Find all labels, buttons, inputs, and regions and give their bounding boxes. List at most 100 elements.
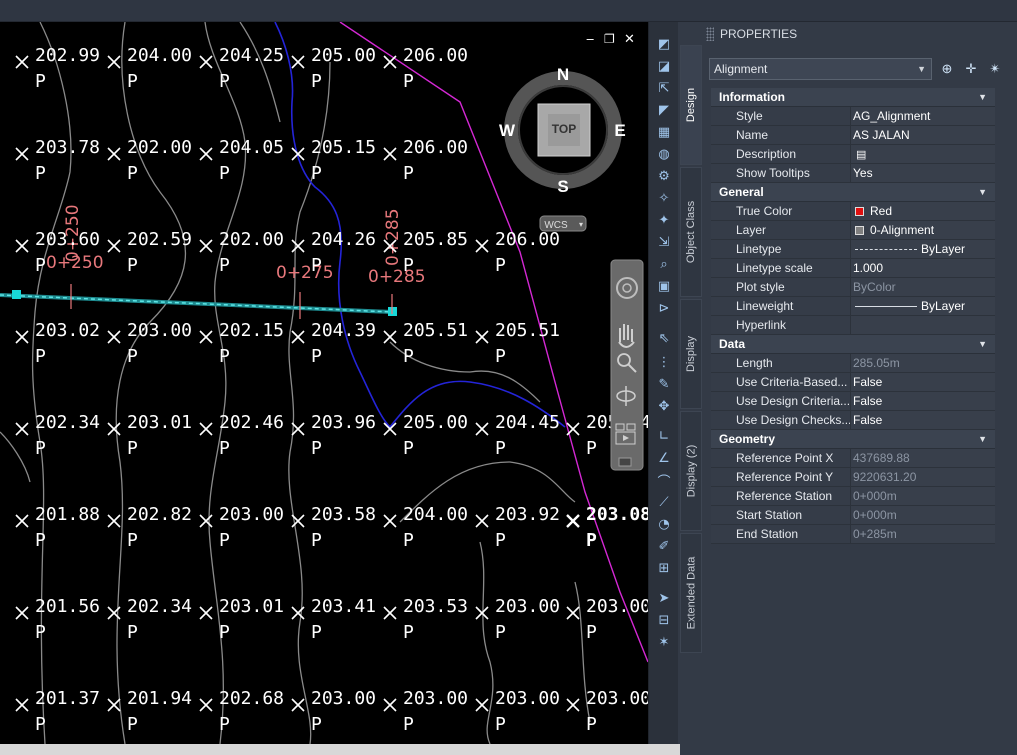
palette-title-bar[interactable]: PROPERTIES [703, 25, 797, 43]
minimize-icon[interactable]: ‒ [586, 32, 594, 47]
select-icon[interactable]: ◩ [654, 34, 674, 54]
image-icon[interactable]: ▣ [654, 276, 674, 296]
collapse-icon[interactable]: ▼ [978, 339, 987, 349]
survey-point[interactable]: 201.56 P [15, 596, 100, 643]
property-row[interactable]: Description ▤ [711, 145, 995, 164]
property-row[interactable]: Length 285.05m [711, 354, 995, 373]
navigation-bar[interactable] [610, 259, 644, 471]
dimension-icon[interactable]: ∟ [654, 426, 674, 446]
vertex-icon[interactable]: ⋮ [654, 352, 674, 372]
cursor-plus-icon[interactable]: ⇲ [654, 232, 674, 252]
survey-point[interactable]: 202.68 P [199, 688, 284, 735]
property-value[interactable]: AS JALAN [851, 126, 995, 144]
survey-point[interactable]: 204.00 P [383, 504, 468, 551]
survey-point[interactable]: 203.01 P [199, 596, 284, 643]
survey-point[interactable]: 202.00 P [199, 229, 284, 276]
property-row[interactable]: Reference Station 0+000m [711, 487, 995, 506]
compass-south[interactable]: S [557, 177, 568, 196]
property-value[interactable]: ByLayer [851, 240, 995, 258]
sparkle-a-icon[interactable]: ✦ [654, 210, 674, 230]
curve-icon[interactable]: ⌒ [654, 470, 674, 490]
toggle-pickadd-icon[interactable]: ⊕ [937, 59, 957, 79]
close-icon[interactable]: ✕ [624, 32, 635, 47]
compass-north[interactable]: N [557, 65, 569, 84]
alignment-grip-start[interactable] [12, 290, 21, 299]
property-row[interactable]: Use Design Criteria... False [711, 392, 995, 411]
property-row[interactable]: Lineweight ByLayer [711, 297, 995, 316]
survey-point[interactable]: 204.00 P [107, 45, 192, 92]
drawing-canvas[interactable]: 0+250 0+275 0+285 0+250 0+285 202.99P204… [0, 22, 648, 744]
star-icon[interactable]: ✶ [654, 632, 674, 652]
property-value[interactable]: 9220631.20 [851, 468, 995, 486]
table-icon[interactable]: ▦ [654, 122, 674, 142]
property-row[interactable]: Style AG_Alignment [711, 107, 995, 126]
property-value[interactable]: 437689.88 [851, 449, 995, 467]
section-header-general[interactable]: General ▼ [711, 183, 995, 202]
survey-point[interactable]: 204.05 P [199, 137, 284, 184]
survey-point[interactable]: 205.51 P [475, 320, 560, 367]
survey-point[interactable]: 203.96 P [291, 412, 376, 459]
survey-point[interactable]: 202.59 P [107, 229, 192, 276]
survey-point[interactable]: 203.00 P [566, 688, 648, 735]
survey-point[interactable]: 203.00 P [199, 504, 284, 551]
pick-icon[interactable]: ◤ [654, 100, 674, 120]
survey-point[interactable]: 204.39 P [291, 320, 376, 367]
survey-point[interactable]: 202.46 P [199, 412, 284, 459]
survey-point[interactable]: 203.00 P [107, 320, 192, 367]
horizontal-scrollbar[interactable] [0, 744, 680, 755]
collapse-icon[interactable]: ▼ [978, 187, 987, 197]
property-value[interactable]: 1.000 [851, 259, 995, 277]
navbar-menu-icon[interactable] [618, 457, 632, 467]
viewcube[interactable]: TOP N S E W WCS ▾ [499, 65, 626, 232]
sparkle-icon[interactable]: ✧ [654, 188, 674, 208]
move-icon[interactable]: ✥ [654, 396, 674, 416]
survey-point[interactable]: 206.00 P [383, 45, 468, 92]
angle-icon[interactable]: ∠ [654, 448, 674, 468]
pointer-icon[interactable]: ⇱ [654, 78, 674, 98]
drawing-viewport[interactable]: 0+250 0+275 0+285 0+250 0+285 202.99 P 204… [0, 22, 648, 744]
property-row[interactable]: Name AS JALAN [711, 126, 995, 145]
property-row[interactable]: Show Tooltips Yes [711, 164, 995, 183]
property-row[interactable]: End Station 0+285m [711, 525, 995, 544]
survey-point[interactable]: 203.53 P [383, 596, 468, 643]
survey-point[interactable]: 201.37 P [15, 688, 100, 735]
tangent-icon[interactable]: ⟋ [654, 492, 674, 512]
grid-pick-icon[interactable]: ⊟ [654, 610, 674, 630]
survey-point[interactable]: 205.15 P [291, 137, 376, 184]
grip-icon[interactable] [706, 27, 714, 41]
globe-icon[interactable]: ◍ [654, 144, 674, 164]
property-row[interactable]: Linetype scale 1.000 [711, 259, 995, 278]
survey-point[interactable]: 203.00 P [383, 688, 468, 735]
tab-display[interactable]: Display [680, 299, 702, 409]
section-header-geometry[interactable]: Geometry ▼ [711, 430, 995, 449]
section-header-information[interactable]: Information ▼ [711, 88, 995, 107]
property-row[interactable]: Start Station 0+000m [711, 506, 995, 525]
property-value[interactable]: 285.05m [851, 354, 995, 372]
tab-object-class[interactable]: Object Class [680, 167, 702, 297]
brush-icon[interactable]: ✎ [654, 374, 674, 394]
property-value[interactable]: AG_Alignment [851, 107, 995, 125]
survey-point[interactable]: 203.02 P [15, 320, 100, 367]
survey-point[interactable]: 203.00 P [475, 688, 560, 735]
compass-east[interactable]: E [614, 121, 625, 140]
zoom-object-icon[interactable]: ⌕ [654, 254, 674, 274]
property-value[interactable]: 0-Alignment [851, 221, 995, 239]
property-row[interactable]: Use Design Checks... False [711, 411, 995, 430]
property-value[interactable]: 0+000m [851, 506, 995, 524]
tab-design[interactable]: Design [680, 45, 702, 165]
property-value[interactable]: Yes [851, 164, 995, 182]
property-value[interactable]: ByColor [851, 278, 995, 296]
hyperlink-icon[interactable]: ⊳ [654, 298, 674, 318]
survey-point[interactable]: 201.88 P [15, 504, 100, 551]
property-row[interactable]: Linetype ByLayer [711, 240, 995, 259]
survey-point[interactable]: 204.45 P [475, 412, 560, 459]
spiral-icon[interactable]: ◔ [654, 514, 674, 534]
property-row[interactable]: Reference Point Y 9220631.20 [711, 468, 995, 487]
edit-description-icon[interactable]: ▤ [856, 148, 866, 161]
property-value[interactable]: False [851, 411, 995, 429]
object-type-select[interactable]: Alignment ▼ [709, 58, 932, 80]
survey-point[interactable]: 203.41 P [291, 596, 376, 643]
collapse-icon[interactable]: ▼ [978, 434, 987, 444]
survey-point[interactable]: 202.15 P [199, 320, 284, 367]
survey-point[interactable]: 203.58 P [291, 504, 376, 551]
